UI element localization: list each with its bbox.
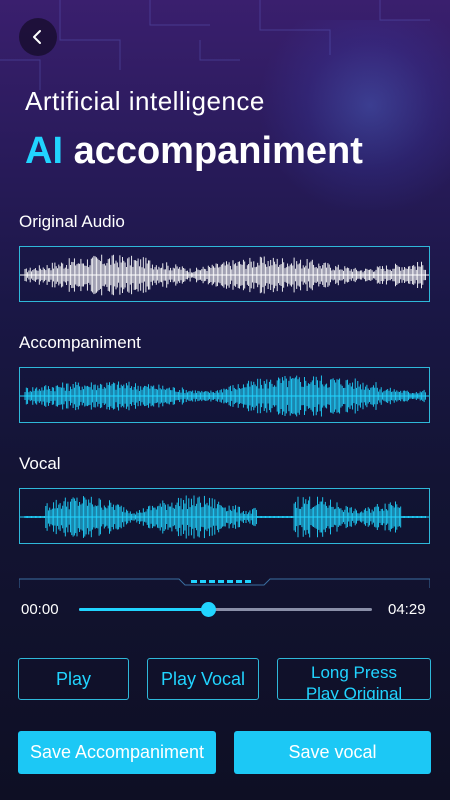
save-accompaniment-button[interactable]: Save Accompaniment [18,731,216,774]
play-vocal-button[interactable]: Play Vocal [147,658,259,700]
play-original-line2: Play Original [305,684,403,700]
headline-rest: accompaniment [73,130,363,172]
waveform-vocal-graphic [20,495,429,539]
progress-fill [79,608,208,611]
headline-ai: AI [25,130,63,172]
play-original-button[interactable]: Long Press Play Original [277,658,431,700]
play-original-line1: Long Press [311,663,397,682]
chevron-left-icon [33,30,41,44]
waveform-original[interactable] [19,246,430,302]
progress-slider[interactable] [79,602,372,617]
track-label-vocal: Vocal [19,454,61,473]
save-vocal-button[interactable]: Save vocal [234,731,431,774]
waveform-accompaniment-graphic [20,375,429,417]
waveform-vocal[interactable] [19,488,430,544]
panel-divider [19,578,430,588]
waveform-accompaniment[interactable] [19,367,430,423]
track-label-original: Original Audio [19,212,125,231]
play-button[interactable]: Play [18,658,129,700]
total-time: 04:29 [388,601,426,618]
headline-subtitle: Artificial intelligence [25,86,265,116]
headline-title: AI accompaniment [25,130,363,173]
back-button[interactable] [19,18,57,56]
current-time: 00:00 [21,601,59,618]
waveform-original-graphic [20,254,429,296]
progress-thumb[interactable] [200,602,216,617]
track-label-accompaniment: Accompaniment [19,333,141,352]
